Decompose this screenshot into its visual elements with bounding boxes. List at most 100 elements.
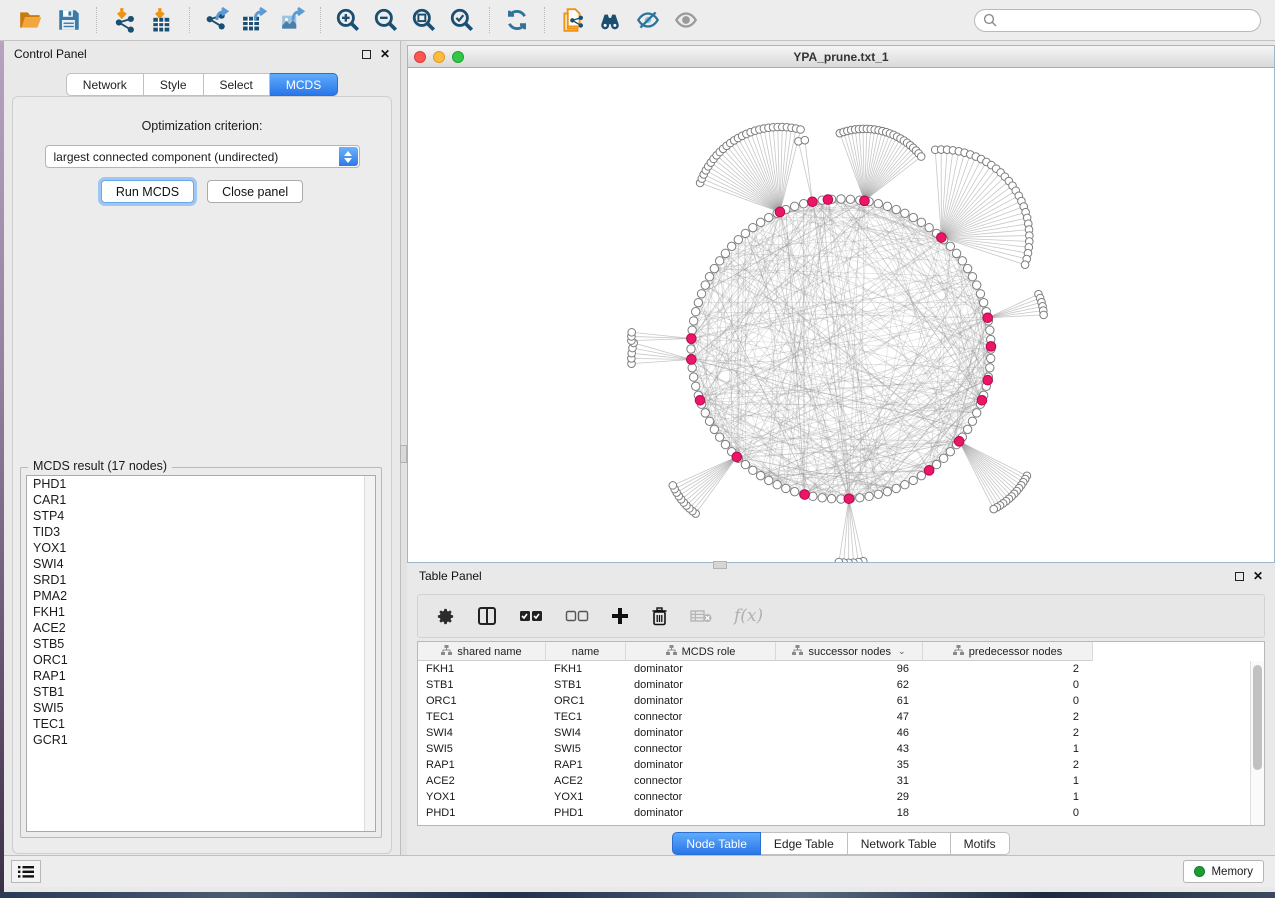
tab-select[interactable]: Select [204, 73, 270, 96]
cell-name[interactable]: YOX1 [546, 791, 626, 803]
memory-button[interactable]: Memory [1183, 860, 1264, 883]
graph-node[interactable] [990, 505, 998, 513]
mcds-hub-node[interactable] [844, 494, 854, 504]
zoom-selected-icon[interactable] [446, 4, 478, 36]
optimization-criterion-select[interactable]: largest connected component (undirected) [45, 145, 360, 168]
mcds-hub-node[interactable] [986, 342, 996, 352]
cell-predecessor-nodes[interactable]: 1 [923, 775, 1093, 787]
cell-name[interactable]: SWI4 [546, 727, 626, 739]
graph-node[interactable] [741, 460, 749, 468]
document-network-icon[interactable] [556, 4, 588, 36]
cell-name[interactable]: RAP1 [546, 759, 626, 771]
mcds-hub-node[interactable] [808, 197, 818, 207]
graph-node[interactable] [790, 487, 798, 495]
graph-node[interactable] [765, 476, 773, 484]
column-selector-icon[interactable] [477, 606, 497, 626]
graph-node[interactable] [727, 242, 735, 250]
cell-shared-name[interactable]: RAP1 [418, 759, 546, 771]
mcds-result-item[interactable]: GCR1 [27, 732, 375, 748]
graph-node[interactable] [939, 454, 947, 462]
mcds-result-item[interactable]: STP4 [27, 508, 375, 524]
cell-MCDS-role[interactable]: connector [626, 775, 776, 787]
graph-node[interactable] [705, 417, 713, 425]
mcds-hub-node[interactable] [954, 437, 964, 447]
table-row[interactable]: STB1STB1dominator620 [418, 677, 1250, 693]
vertical-splitter-handle[interactable] [400, 445, 407, 463]
mcds-hub-node[interactable] [732, 452, 742, 462]
cell-predecessor-nodes[interactable]: 2 [923, 759, 1093, 771]
mcds-hub-node[interactable] [775, 207, 785, 217]
table-row[interactable]: TEC1TEC1connector472 [418, 709, 1250, 725]
graph-node[interactable] [782, 484, 790, 492]
graph-node[interactable] [734, 235, 742, 243]
tab-network[interactable]: Network [66, 73, 144, 96]
graph-node[interactable] [756, 471, 764, 479]
graph-node[interactable] [688, 364, 696, 372]
column-header-name[interactable]: name [546, 642, 626, 661]
float-panel-icon[interactable] [362, 50, 371, 59]
graph-node[interactable] [688, 326, 696, 334]
table-row[interactable]: PHD1PHD1dominator180 [418, 805, 1250, 821]
open-folder-icon[interactable] [15, 4, 47, 36]
graph-node[interactable] [689, 317, 697, 325]
cell-shared-name[interactable]: SWI5 [418, 743, 546, 755]
cell-shared-name[interactable]: ORC1 [418, 695, 546, 707]
mcds-hub-node[interactable] [687, 334, 697, 344]
graph-node[interactable] [835, 558, 843, 562]
tab-mcds[interactable]: MCDS [270, 73, 338, 96]
close-panel-button[interactable]: Close panel [207, 180, 303, 203]
cell-successor-nodes[interactable]: 35 [776, 759, 923, 771]
network-search-box[interactable] [974, 9, 1261, 32]
graph-node[interactable] [721, 249, 729, 257]
cell-name[interactable]: SWI5 [546, 743, 626, 755]
graph-node[interactable] [749, 223, 757, 231]
mcds-result-item[interactable]: SRD1 [27, 572, 375, 588]
cell-name[interactable]: ORC1 [546, 695, 626, 707]
import-network-icon[interactable] [108, 4, 140, 36]
cell-successor-nodes[interactable]: 47 [776, 711, 923, 723]
table-row[interactable]: FKH1FKH1dominator962 [418, 661, 1250, 677]
cell-MCDS-role[interactable]: connector [626, 791, 776, 803]
binoculars-icon[interactable] [594, 4, 626, 36]
graph-node[interactable] [749, 466, 757, 474]
cell-successor-nodes[interactable]: 31 [776, 775, 923, 787]
graph-node[interactable] [976, 290, 984, 298]
graph-node[interactable] [917, 153, 925, 161]
mcds-result-item[interactable]: YOX1 [27, 540, 375, 556]
graph-node[interactable] [979, 298, 987, 306]
export-table-icon[interactable] [239, 4, 271, 36]
mcds-result-item[interactable]: ORC1 [27, 652, 375, 668]
tab-motifs[interactable]: Motifs [951, 832, 1010, 855]
graph-node[interactable] [901, 481, 909, 489]
float-table-panel-icon[interactable] [1235, 572, 1244, 581]
graph-node[interactable] [909, 476, 917, 484]
cell-name[interactable]: PHD1 [546, 807, 626, 819]
save-icon[interactable] [53, 4, 85, 36]
graph-node[interactable] [986, 364, 994, 372]
graph-node[interactable] [715, 433, 723, 441]
cell-predecessor-nodes[interactable]: 1 [923, 791, 1093, 803]
graph-node[interactable] [963, 264, 971, 272]
graph-node[interactable] [801, 136, 809, 144]
cell-name[interactable]: ACE2 [546, 775, 626, 787]
table-vertical-scrollbar[interactable] [1250, 661, 1264, 825]
select-all-checkboxes-icon[interactable] [519, 609, 543, 623]
graph-node[interactable] [856, 494, 864, 502]
graph-node[interactable] [710, 425, 718, 433]
graph-node[interactable] [846, 195, 854, 203]
mcds-result-item[interactable]: TID3 [27, 524, 375, 540]
graph-node[interactable] [973, 281, 981, 289]
cell-predecessor-nodes[interactable]: 1 [923, 743, 1093, 755]
cell-shared-name[interactable]: TEC1 [418, 711, 546, 723]
import-table-icon[interactable] [146, 4, 178, 36]
cell-MCDS-role[interactable]: connector [626, 711, 776, 723]
graph-node[interactable] [952, 249, 960, 257]
graph-node[interactable] [765, 213, 773, 221]
graph-node[interactable] [865, 492, 873, 500]
cell-MCDS-role[interactable]: dominator [626, 727, 776, 739]
mcds-result-item[interactable]: ACE2 [27, 620, 375, 636]
graph-node[interactable] [963, 425, 971, 433]
column-header-shared-name[interactable]: shared name [418, 642, 546, 661]
cell-predecessor-nodes[interactable]: 0 [923, 695, 1093, 707]
zoom-in-icon[interactable] [332, 4, 364, 36]
